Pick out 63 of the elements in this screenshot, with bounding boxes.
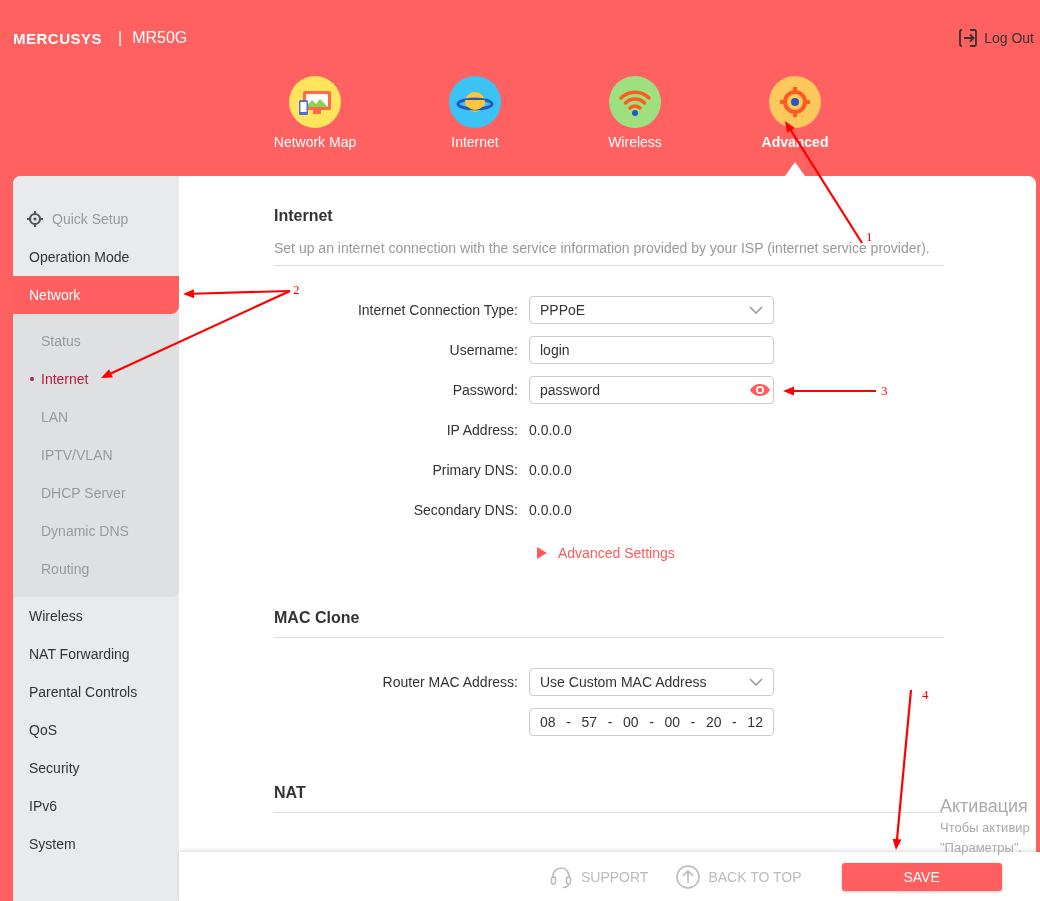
section-title: Internet xyxy=(274,206,334,226)
sidebar-item[interactable]: Network xyxy=(13,276,179,314)
sidebar-item[interactable]: QoS xyxy=(13,711,179,749)
sidebar-item[interactable]: Parental Controls xyxy=(13,673,179,711)
field-label: Internet Connection Type: xyxy=(356,302,519,318)
activation-notice: Активация xyxy=(940,795,1029,818)
model-name: MR50G xyxy=(132,29,188,47)
submenu-item[interactable]: Routing xyxy=(13,550,179,588)
username-field[interactable]: login xyxy=(529,336,774,364)
headset-icon xyxy=(549,864,573,889)
field-label: Primary DNS: xyxy=(431,462,519,478)
dropdown-field[interactable]: PPPoE xyxy=(529,296,774,324)
monitor-icon xyxy=(289,76,341,128)
activation-notice: "Параметры". xyxy=(940,839,1024,857)
submenu-item[interactable]: IPTV/VLAN xyxy=(13,436,179,474)
planet-icon xyxy=(449,76,501,128)
activation-notice: Чтобы активир xyxy=(940,819,1030,837)
field-value: 0.0.0.0 xyxy=(529,462,572,478)
field-label: Password: xyxy=(451,382,519,398)
back-to-top-link[interactable]: BACK TO TOP xyxy=(676,864,802,889)
triangle-icon xyxy=(536,546,548,560)
brand-separator: | xyxy=(118,29,123,47)
submenu-item[interactable]: Internet xyxy=(13,360,179,398)
mac-address-field[interactable]: 08 - 57 - 00 - 00 - 20 - 12 xyxy=(529,708,774,736)
chevron-down-icon xyxy=(749,306,763,314)
gear-icon xyxy=(26,210,44,228)
logout-button[interactable]: Log Out xyxy=(958,28,1034,48)
submenu-item[interactable]: Status xyxy=(13,322,179,360)
field-label: IP Address: xyxy=(445,422,519,438)
dropdown-field[interactable]: Use Custom MAC Address xyxy=(529,668,774,696)
brand-logo: MERCUSYS xyxy=(13,29,102,47)
sidebar-item[interactable]: Quick Setup xyxy=(13,200,179,238)
annotation-number: 4 xyxy=(922,687,929,702)
field-label: Router MAC Address: xyxy=(381,674,519,690)
sidebar-item[interactable]: System xyxy=(13,825,179,863)
submenu-item[interactable]: DHCP Server xyxy=(13,474,179,512)
field-value: 0.0.0.0 xyxy=(529,502,572,518)
wifi-icon xyxy=(609,76,661,128)
sidebar-item[interactable]: Operation Mode xyxy=(13,238,179,276)
sidebar-item[interactable]: NAT Forwarding xyxy=(13,635,179,673)
section-title: NAT xyxy=(274,783,307,803)
save-button[interactable]: SAVE xyxy=(841,862,1002,891)
nav-tab[interactable]: Wireless xyxy=(555,76,715,176)
annotation-number: 3 xyxy=(881,383,888,398)
submenu-item[interactable]: LAN xyxy=(13,398,179,436)
nav-tab[interactable]: Network Map xyxy=(235,76,395,176)
field-label: Secondary DNS: xyxy=(412,502,519,518)
sidebar-item[interactable]: Security xyxy=(13,749,179,787)
section-title: MAC Clone xyxy=(274,608,361,628)
field-value: 0.0.0.0 xyxy=(529,422,572,438)
chevron-down-icon xyxy=(749,678,763,686)
logout-icon xyxy=(958,28,979,48)
nav-tab[interactable]: Internet xyxy=(395,76,555,176)
bullet-icon xyxy=(30,377,34,381)
annotation-number: 2 xyxy=(293,282,300,297)
arrow-up-icon xyxy=(676,864,701,889)
submenu-item[interactable]: Dynamic DNS xyxy=(13,512,179,550)
support-link[interactable]: SUPPORT xyxy=(549,864,649,889)
sidebar-item[interactable]: Wireless xyxy=(13,597,179,635)
field-label: Username: xyxy=(448,342,519,358)
sidebar-item[interactable]: IPv6 xyxy=(13,787,179,825)
gear-icon xyxy=(769,76,821,128)
advanced-settings-link[interactable]: Advanced Settings xyxy=(536,545,675,561)
